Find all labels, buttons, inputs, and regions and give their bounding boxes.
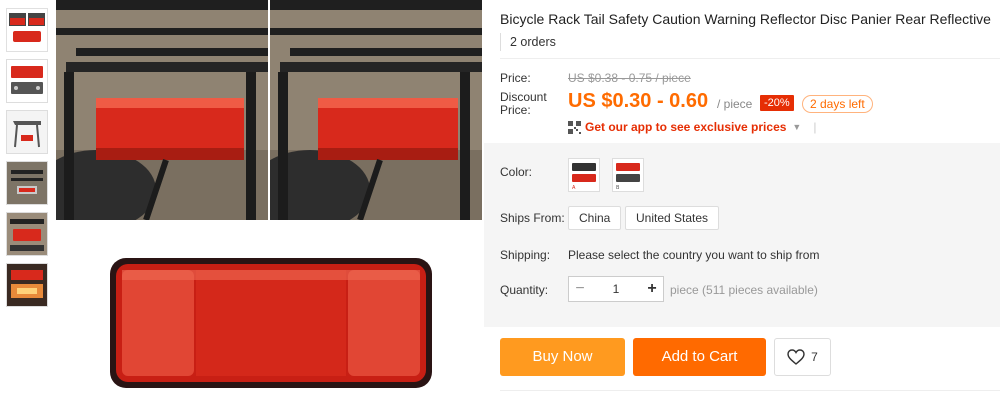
shipping-info-text: Please select the country you want to sh… (568, 248, 820, 262)
reflector-product-image[interactable] (56, 222, 482, 399)
divider (500, 390, 1000, 391)
heart-icon (787, 349, 805, 365)
quantity-stepper: − 1 + (568, 276, 664, 302)
product-photo-1[interactable] (56, 0, 268, 220)
discount-price-label: Discount Price: (500, 90, 547, 117)
days-left-badge: 2 days left (802, 95, 873, 113)
ships-from-label: Ships From: (500, 211, 565, 225)
product-photo-2[interactable] (270, 0, 482, 220)
shipping-label: Shipping: (500, 248, 551, 262)
wishlist-button[interactable]: 7 (774, 338, 831, 376)
divider (500, 58, 1000, 59)
quantity-increase-button[interactable]: + (641, 277, 663, 301)
quantity-decrease-button[interactable]: − (569, 277, 591, 301)
separator: | (813, 120, 817, 134)
thumbnail-2[interactable] (6, 59, 48, 103)
quantity-available-note: piece (511 pieces available) (670, 283, 818, 297)
quantity-label: Quantity: (500, 283, 549, 297)
quantity-input[interactable]: 1 (591, 282, 641, 296)
swatch-b-label: B (616, 185, 620, 191)
app-promo-text: Get our app to see exclusive prices (585, 120, 787, 134)
thumbnail-1[interactable] (6, 8, 48, 52)
product-info-panel: Bicycle Rack Tail Safety Caution Warning… (484, 0, 1000, 399)
orders-count: 2 orders (500, 33, 556, 51)
discount-price: US $0.30 - 0.60 (568, 90, 709, 112)
buy-now-button[interactable]: Buy Now (500, 338, 625, 376)
product-title: Bicycle Rack Tail Safety Caution Warning… (500, 11, 991, 27)
color-label: Color: (500, 165, 533, 179)
original-price: US $0.38 - 0.75 / piece (568, 71, 691, 85)
ships-from-china-button[interactable]: China (568, 206, 622, 230)
ships-from-us-button[interactable]: United States (625, 206, 720, 230)
color-swatch-b[interactable]: B (612, 158, 644, 192)
thumbnail-5[interactable] (6, 212, 48, 256)
color-swatch-a[interactable]: A (568, 158, 600, 192)
wishlist-count: 7 (811, 350, 818, 364)
app-promo-link[interactable]: Get our app to see exclusive prices ▼ | (568, 120, 816, 134)
discount-percent-badge: -20% (760, 95, 794, 111)
thumbnail-3[interactable] (6, 110, 48, 154)
thumbnail-6[interactable] (6, 263, 48, 307)
qr-code-icon (568, 120, 581, 134)
add-to-cart-button[interactable]: Add to Cart (633, 338, 766, 376)
thumbnail-strip (6, 8, 48, 314)
swatch-a-label: A (572, 185, 576, 191)
per-piece-unit: / piece (717, 97, 753, 111)
product-gallery (56, 0, 482, 399)
options-area (484, 143, 1000, 327)
price-label: Price: (500, 71, 531, 85)
caret-down-icon: ▼ (792, 122, 802, 132)
thumbnail-4[interactable] (6, 161, 48, 205)
